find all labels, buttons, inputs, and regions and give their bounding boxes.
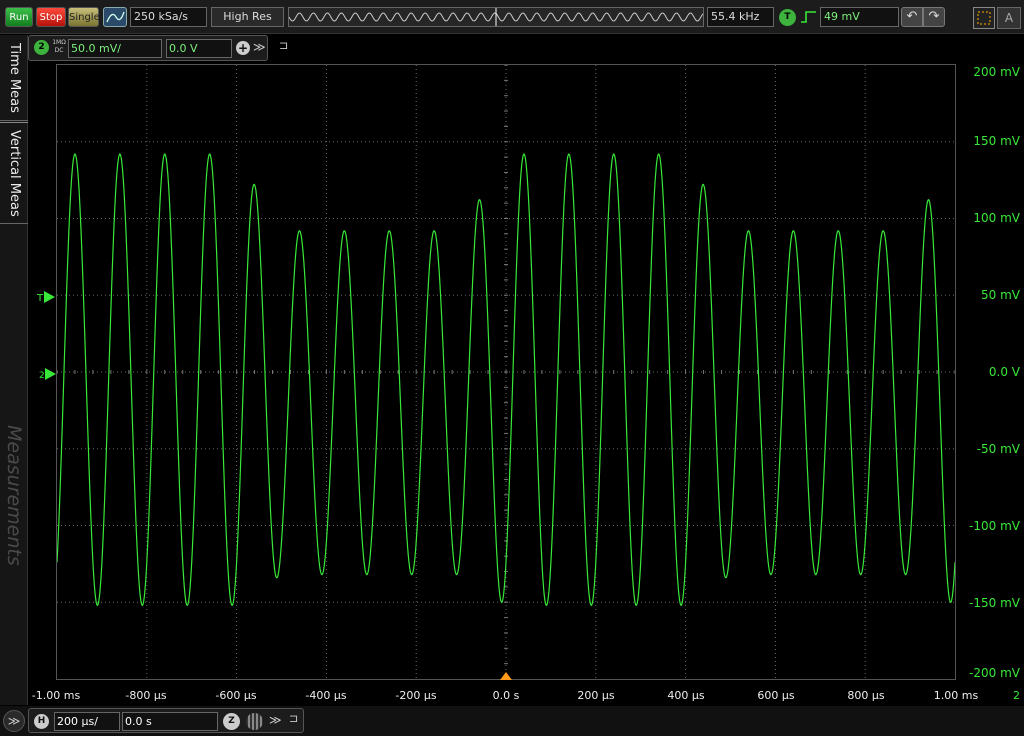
stop-button[interactable]: Stop [36,7,66,27]
add-channel-icon[interactable]: + [236,41,250,55]
trigger-level-field[interactable]: 49 mV [820,7,899,27]
x-tick-label: 800 µs [847,689,885,702]
redo-icon[interactable]: ↷ [923,7,945,27]
time-reference-marker-icon[interactable] [499,671,513,681]
rising-edge-icon[interactable] [800,9,817,25]
zoom-box-icon[interactable] [973,7,995,29]
zoom-badge[interactable]: Z [223,713,240,730]
horizontal-position-field[interactable]: 0.0 s [122,712,218,731]
pin-icon[interactable]: ⊐ [289,712,298,725]
y-tick-label: -100 mV [969,519,1020,533]
x-tick-label: 1.00 ms [933,689,979,702]
x-tick-label: -1.00 ms [31,689,81,702]
undo-icon[interactable]: ↶ [901,7,923,27]
vertical-scale-field[interactable]: 50.0 mV/ [68,39,162,58]
y-tick-label: 150 mV [973,134,1020,148]
channel-2-bar: 2 1MΩ DC 50.0 mV/ 0.0 V + ≫ ⊐ [28,35,288,61]
acquisition-mode-button[interactable]: High Res [211,7,284,27]
y-tick-label: 0.0 V [988,365,1020,379]
svg-text:2: 2 [39,371,45,381]
horizontal-scale-field[interactable]: 200 µs/ [54,712,120,731]
y-tick-label: -150 mV [969,596,1020,610]
channel-ground-marker-icon[interactable]: 2 [39,366,57,384]
single-button[interactable]: Single [68,7,100,27]
cursor-tool-icon[interactable]: A [997,7,1021,29]
y-tick-label: 200 mV [973,65,1020,79]
scroll-indicator: 2 [1013,689,1020,702]
expand-chevron-icon[interactable]: ≫ [269,713,282,727]
x-tick-label: 600 µs [757,689,795,702]
top-toolbar: Run Stop Single 250 kSa/s High Res 55.4 … [0,0,1024,34]
waveform-canvas [57,65,955,679]
frequency-counter: 55.4 kHz [707,7,774,27]
horizontal-badge[interactable]: H [34,714,49,729]
x-tick-label: 0.0 s [492,689,520,702]
coupling-label: 1MΩ DC [52,39,66,54]
waveform-overview-strip[interactable] [288,7,704,27]
y-tick-label: -200 mV [969,666,1020,680]
tab-time-meas[interactable]: Time Meas [0,35,28,121]
acquisition-mode-icon[interactable] [103,7,127,27]
x-tick-label: -600 µs [215,689,257,702]
y-tick-label: 50 mV [981,288,1020,302]
x-tick-label: -200 µs [395,689,437,702]
horizontal-bar: H 200 µs/ 0.0 s Z ≫ ⊐ [28,708,304,733]
overview-waveform-icon [288,8,704,26]
bottom-bar: ≫ H 200 µs/ 0.0 s Z ≫ ⊐ [0,706,1024,736]
x-tick-label: 400 µs [667,689,705,702]
waveform-display[interactable] [56,64,956,680]
x-tick-label: -800 µs [125,689,167,702]
pin-icon[interactable]: ⊐ [279,39,288,52]
run-button[interactable]: Run [5,7,33,27]
knob-icon[interactable] [246,713,263,730]
expand-panel-icon[interactable]: ≫ [3,710,25,732]
tab-vertical-meas[interactable]: Vertical Meas [0,122,28,224]
trigger-badge[interactable]: T [779,9,796,26]
x-tick-label: 200 µs [577,689,615,702]
svg-text:T: T [37,293,44,304]
vertical-offset-field[interactable]: 0.0 V [166,39,232,58]
side-tabs: Time Meas Vertical Meas Measurements [0,35,28,705]
measurements-watermark: Measurements [3,424,25,566]
trigger-level-marker-icon[interactable]: T [37,290,57,304]
sample-rate-field[interactable]: 250 kSa/s [130,7,207,27]
x-tick-label: -400 µs [305,689,347,702]
y-tick-label: 100 mV [973,211,1020,225]
y-tick-label: -50 mV [976,442,1020,456]
channel-badge[interactable]: 2 [34,40,49,55]
expand-chevron-icon[interactable]: ≫ [253,40,266,54]
